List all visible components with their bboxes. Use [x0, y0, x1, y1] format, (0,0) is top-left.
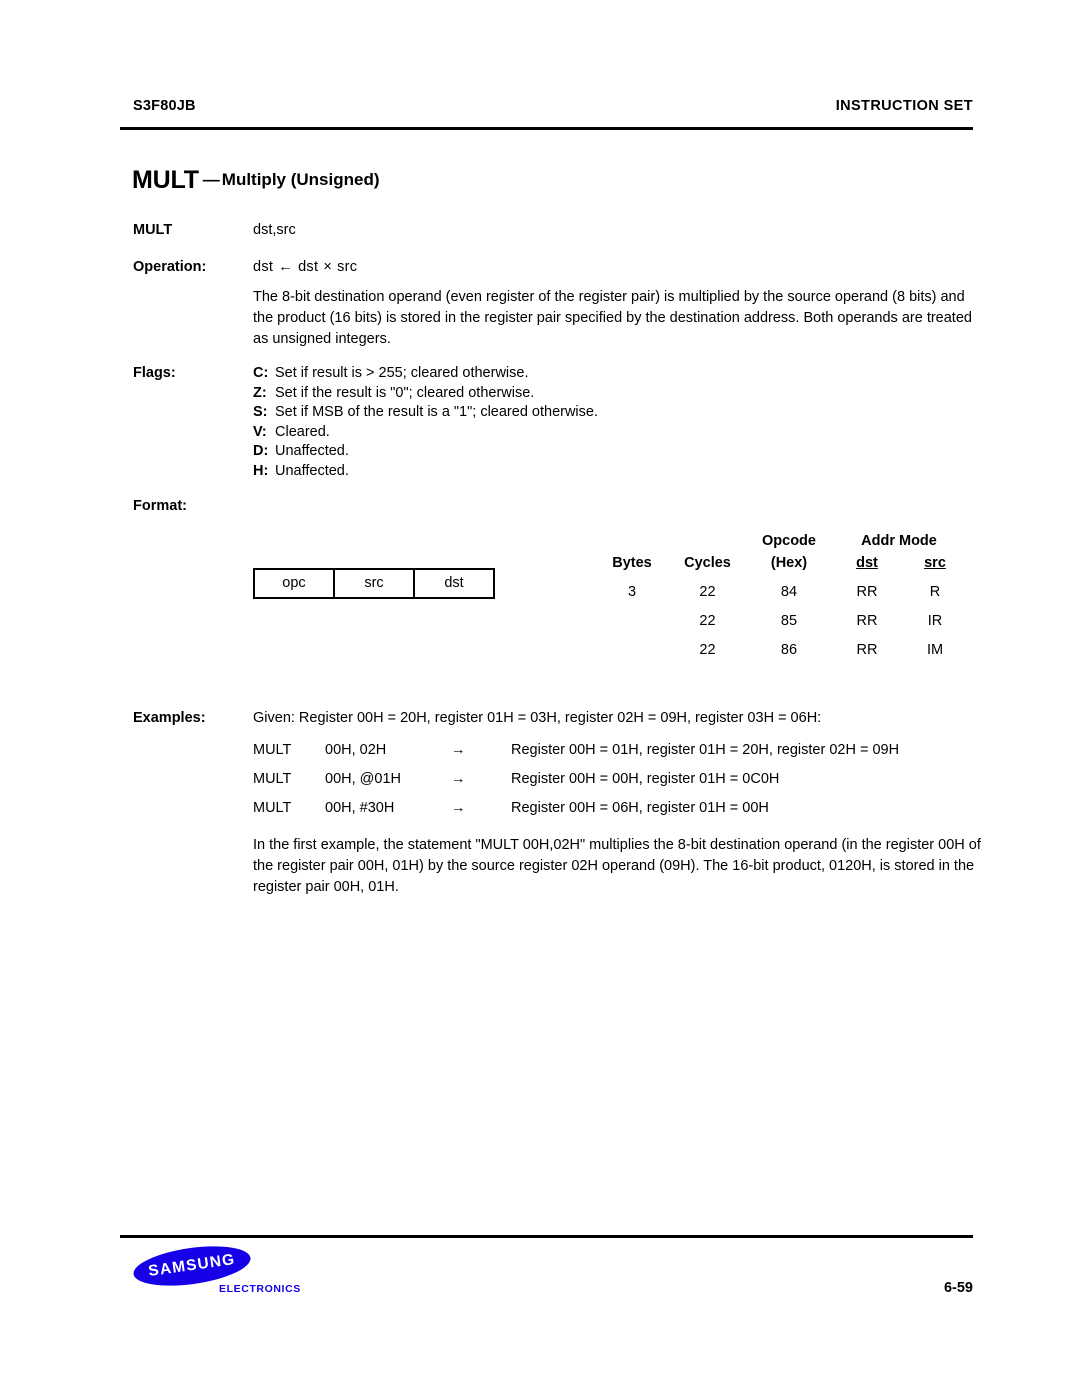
flag-item: D: Unaffected. — [253, 443, 598, 463]
examples-list: MULT 00H, 02H → Register 00H = 01H, regi… — [253, 742, 983, 829]
examples-given: Given: Register 00H = 20H, register 01H … — [253, 710, 822, 726]
multiply-icon: × — [323, 259, 333, 275]
cell-src: IM — [926, 642, 944, 658]
opcode-box-cell-src: src — [335, 570, 415, 597]
right-arrow-icon: → — [451, 800, 466, 816]
title-dash: — — [202, 170, 220, 189]
col-header-cycles: Cycles — [684, 555, 731, 571]
cell-opcode: 86 — [780, 642, 798, 658]
flag-text: Unaffected. — [275, 462, 349, 479]
example-result: Register 00H = 00H, register 01H = 0C0H — [511, 771, 780, 787]
col-header-addr-mode: Addr Mode — [861, 533, 937, 549]
opcode-box-cell-opc: opc — [255, 570, 335, 597]
example-mnemonic: MULT — [253, 800, 292, 816]
flag-key: V: — [253, 423, 267, 440]
operation-dst: dst — [253, 259, 274, 275]
flag-item: V: Cleared. — [253, 424, 598, 444]
flag-text: Unaffected. — [275, 443, 349, 459]
flags-label: Flags: — [133, 365, 176, 381]
example-mnemonic: MULT — [253, 771, 292, 787]
table-row: 3 22 84 RR R — [596, 571, 967, 600]
operation-right-operand: src — [337, 259, 358, 275]
right-arrow-icon: → — [451, 742, 466, 758]
page-title: MULT — Multiply (Unsigned) — [132, 166, 380, 195]
example-item: MULT 00H, @01H → Register 00H = 00H, reg… — [253, 771, 983, 800]
cell-src: R — [929, 584, 941, 600]
col-header-bytes: Bytes — [612, 555, 652, 571]
assign-arrow-icon: ← — [278, 259, 294, 275]
operation-description: The 8-bit destination operand (even regi… — [253, 289, 972, 347]
flag-key: C: — [253, 365, 269, 381]
example-item: MULT 00H, 02H → Register 00H = 01H, regi… — [253, 742, 983, 771]
example-operands: 00H, @01H — [325, 771, 401, 787]
flags-list: C: Set if result is > 255; cleared other… — [253, 365, 598, 482]
flag-item: H: Unaffected. — [253, 463, 598, 483]
flag-key: D: — [253, 443, 269, 459]
cell-cycles: 22 — [699, 584, 716, 600]
footer-rule — [120, 1235, 973, 1238]
opcode-table-header-row-1: Bytes Cycles Opcode Addr Mode — [596, 528, 967, 571]
instruction-mnemonic: MULT — [132, 166, 199, 194]
flag-text: Cleared. — [275, 423, 330, 440]
cell-dst: RR — [856, 642, 878, 658]
cell-dst: RR — [856, 584, 878, 600]
operation-left-operand: dst — [298, 259, 319, 275]
cell-bytes — [596, 629, 668, 658]
col-header-src: src — [924, 555, 946, 571]
flag-key: Z: — [253, 384, 267, 401]
syntax-label: MULT — [133, 222, 173, 238]
table-row: 22 85 RR IR — [596, 600, 967, 629]
document-page: S3F80JB INSTRUCTION SET MULT — Multiply (U… — [0, 0, 1080, 1397]
header-rule — [120, 127, 973, 130]
logo-subtext: ELECTRONICS — [219, 1283, 301, 1295]
cell-opcode: 85 — [780, 613, 798, 629]
cell-opcode: 84 — [780, 584, 798, 600]
example-mnemonic: MULT — [253, 742, 292, 758]
examples-label: Examples: — [133, 710, 206, 726]
example-item: MULT 00H, #30H → Register 00H = 06H, reg… — [253, 800, 983, 829]
opcode-format-box: opc src dst — [253, 568, 495, 599]
operation-label: Operation: — [133, 259, 207, 275]
format-label: Format: — [133, 498, 187, 514]
flag-key: S: — [253, 404, 268, 420]
flag-key: H: — [253, 462, 269, 479]
opcode-box-cell-dst: dst — [444, 575, 464, 591]
flag-text: Set if result is > 255; cleared otherwis… — [275, 365, 529, 381]
cell-src: IR — [927, 613, 943, 629]
example-result: Register 00H = 06H, register 01H = 00H — [511, 800, 769, 816]
operation-expression: dst ← dst × src — [253, 259, 357, 275]
example-result: Register 00H = 01H, register 01H = 20H, … — [511, 742, 900, 758]
cell-dst: RR — [856, 613, 878, 629]
right-arrow-icon: → — [451, 771, 466, 787]
col-header-opcode: Opcode — [762, 533, 816, 549]
cell-cycles: 22 — [699, 642, 716, 658]
cell-cycles: 22 — [699, 613, 716, 629]
col-header-dst: dst — [856, 555, 878, 571]
header-section-name: INSTRUCTION SET — [835, 98, 973, 114]
flag-text: Set if the result is "0"; cleared otherw… — [275, 384, 535, 401]
flag-item: S: Set if MSB of the result is a "1"; cl… — [253, 404, 598, 424]
instruction-longname: Multiply (Unsigned) — [221, 170, 380, 189]
table-row: 22 86 RR IM — [596, 629, 967, 658]
flag-text: Set if MSB of the result is a "1"; clear… — [275, 404, 598, 420]
page-number: 6-59 — [943, 1280, 973, 1296]
example-operands: 00H, 02H — [325, 742, 387, 758]
syntax-operands: dst,src — [253, 222, 296, 238]
samsung-logo: SAMSUNG — [131, 1239, 253, 1293]
header-device-name: S3F80JB — [133, 98, 196, 114]
opcode-table: Bytes Cycles Opcode Addr Mode (Hex) dst … — [596, 528, 967, 658]
examples-closing-paragraph: In the first example, the statement "MUL… — [253, 837, 981, 895]
cell-bytes — [596, 600, 668, 629]
example-operands: 00H, #30H — [325, 800, 395, 816]
flag-item: Z: Set if the result is "0"; cleared oth… — [253, 385, 598, 405]
running-header: S3F80JB INSTRUCTION SET — [133, 98, 973, 114]
flag-item: C: Set if result is > 255; cleared other… — [253, 365, 598, 385]
cell-bytes: 3 — [627, 584, 637, 600]
col-header-opcode-hex: (Hex) — [770, 555, 808, 571]
